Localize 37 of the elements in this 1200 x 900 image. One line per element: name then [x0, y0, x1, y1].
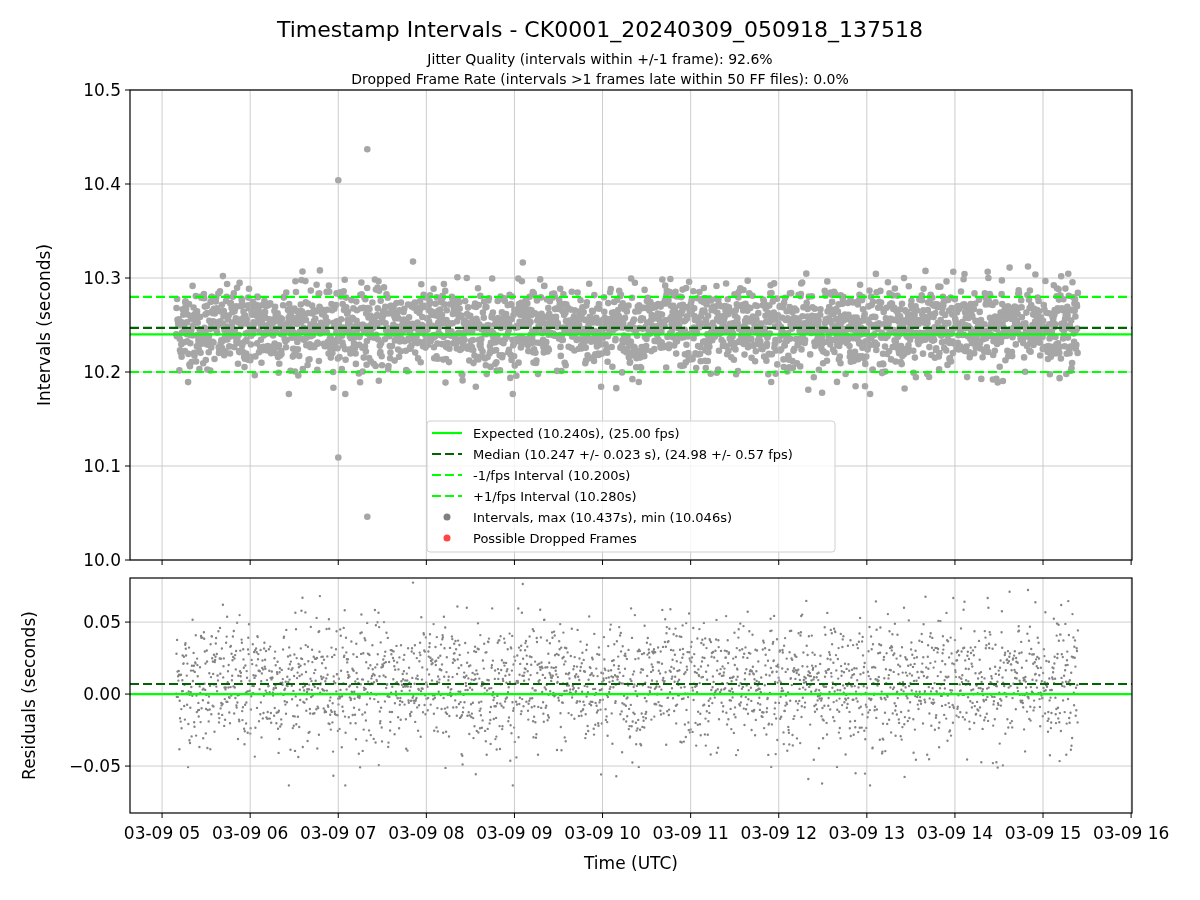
legend-label: Intervals, max (10.437s), min (10.046s) — [473, 509, 732, 525]
y-tick-label: 10.2 — [83, 362, 121, 382]
x-tick-label: 03-09 11 — [652, 823, 729, 843]
chart-subtitle: Jitter Quality (intervals within +/-1 frame): 92.6% — [427, 51, 773, 67]
legend-label: Possible Dropped Frames — [473, 530, 637, 546]
y-tick-label: 10.5 — [83, 80, 121, 100]
chart-subtitle: Dropped Frame Rate (intervals >1 frames late within 50 FF files): 0.0% — [351, 71, 849, 87]
x-tick-label: 03-09 12 — [740, 823, 817, 843]
y-tick-label: 0.00 — [83, 684, 121, 705]
legend-label: Median (10.247 +/- 0.023 s), (24.98 +/- 0.57 fps) — [473, 446, 793, 462]
x-tick-label: 03-09 15 — [1004, 823, 1082, 843]
y-tick-label: 10.3 — [83, 268, 121, 288]
x-tick-label: 03-09 08 — [388, 823, 465, 843]
legend-label: Expected (10.240s), (25.00 fps) — [473, 425, 680, 441]
x-axis-label: Time (UTC) — [584, 853, 678, 873]
y-tick-label: −0.05 — [68, 756, 121, 777]
y-tick-label: 10.1 — [83, 456, 121, 476]
x-tick-label: 03-09 05 — [123, 823, 201, 843]
legend-label: +1/fps Interval (10.280s) — [473, 488, 637, 504]
legend-label: -1/fps Interval (10.200s) — [473, 467, 631, 483]
legend-line-icon — [432, 431, 462, 435]
x-tick-label: 03-09 13 — [828, 823, 906, 843]
x-tick-label: 03-09 10 — [564, 823, 641, 843]
x-tick-label: 03-09 06 — [211, 823, 289, 843]
chart-title: Timestamp Intervals - CK0001_20240309_050918_137518 — [276, 17, 924, 42]
legend-line-icon — [432, 494, 462, 498]
x-tick-label: 03-09 14 — [916, 823, 994, 843]
x-tick-label: 03-09 09 — [476, 823, 553, 843]
y-axis-label: Residuals (seconds) — [19, 611, 39, 780]
legend-line-icon — [432, 452, 462, 456]
y-tick-label: 10.0 — [83, 550, 121, 570]
x-tick-label: 03-09 07 — [300, 823, 377, 843]
y-tick-label: 0.05 — [83, 612, 121, 633]
y-tick-label: 10.4 — [83, 174, 121, 194]
legend-line-icon — [432, 473, 462, 477]
y-axis-label: Intervals (seconds) — [34, 243, 54, 407]
x-tick-label: 03-09 16 — [1092, 823, 1170, 843]
